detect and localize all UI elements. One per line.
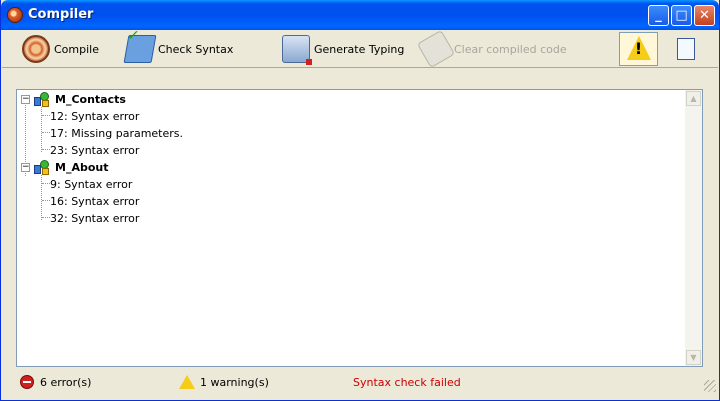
error-count[interactable]: 6 error(s) <box>20 374 91 390</box>
generate-typing-label: Generate Typing <box>314 42 405 56</box>
tree-node-m-about[interactable]: − M_About <box>17 159 317 176</box>
node-label: M_About <box>55 161 109 174</box>
tree-node-m-contacts[interactable]: − M_Contacts <box>17 91 317 108</box>
tree-leaf[interactable]: 12: Syntax error <box>17 108 317 125</box>
compile-button[interactable]: Compile <box>22 30 99 68</box>
maximize-button[interactable]: □ <box>671 5 692 26</box>
window-title: Compiler <box>28 7 94 22</box>
title-bar[interactable]: Compiler _ □ ✕ <box>1 0 719 30</box>
warning-count-text: 1 warning(s) <box>200 375 269 389</box>
collapse-icon[interactable]: − <box>21 163 30 172</box>
scroll-down-icon[interactable]: ▼ <box>686 350 701 365</box>
vertical-scrollbar[interactable]: ▲ ▼ <box>685 90 702 366</box>
generate-typing-button[interactable]: Generate Typing <box>282 30 404 68</box>
module-icon <box>34 160 50 175</box>
compiler-window: Compiler _ □ ✕ Compile Check Syntax Gene… <box>0 0 720 401</box>
warning-count[interactable]: 1 warning(s) <box>179 374 269 390</box>
status-bar: 6 error(s) 1 warning(s) Syntax check fai… <box>2 370 718 394</box>
tree-leaf[interactable]: 32: Syntax error <box>17 210 317 227</box>
eraser-icon <box>416 29 456 69</box>
close-button[interactable]: ✕ <box>694 5 715 26</box>
minimize-button[interactable]: _ <box>648 5 669 26</box>
error-count-text: 6 error(s) <box>40 375 92 389</box>
compile-label: Compile <box>54 42 99 56</box>
warning-small-icon <box>179 375 195 389</box>
toolbar: Compile Check Syntax Generate Typing Cle… <box>2 29 718 69</box>
compiler-app-icon <box>7 7 23 23</box>
check-syntax-button[interactable]: Check Syntax <box>123 30 234 68</box>
collapse-icon[interactable]: − <box>21 95 30 104</box>
generate-typing-icon <box>282 35 312 65</box>
tree-leaf[interactable]: 9: Syntax error <box>17 176 317 193</box>
error-icon <box>20 375 34 389</box>
tree-leaf[interactable]: 17: Missing parameters. <box>17 125 317 142</box>
tree-leaf[interactable]: 16: Syntax error <box>17 193 317 210</box>
list-toggle-button[interactable] <box>673 34 699 64</box>
check-syntax-icon <box>123 35 157 63</box>
check-syntax-label: Check Syntax <box>158 42 234 56</box>
clear-compiled-label: Clear compiled code <box>454 42 567 56</box>
module-icon <box>34 92 50 107</box>
resize-grip-icon[interactable] <box>704 380 716 392</box>
tree-leaf[interactable]: 23: Syntax error <box>17 142 317 159</box>
warnings-toggle-button[interactable]: ! <box>619 32 658 66</box>
error-tree[interactable]: − M_Contacts 12: Syntax error 17: Missin… <box>16 89 703 367</box>
clear-compiled-button[interactable]: Clear compiled code <box>416 29 567 69</box>
compile-icon <box>22 35 50 63</box>
checklist-icon <box>677 38 695 60</box>
scroll-up-icon[interactable]: ▲ <box>686 91 701 106</box>
status-message: Syntax check failed <box>353 375 461 389</box>
node-label: M_Contacts <box>55 93 126 106</box>
